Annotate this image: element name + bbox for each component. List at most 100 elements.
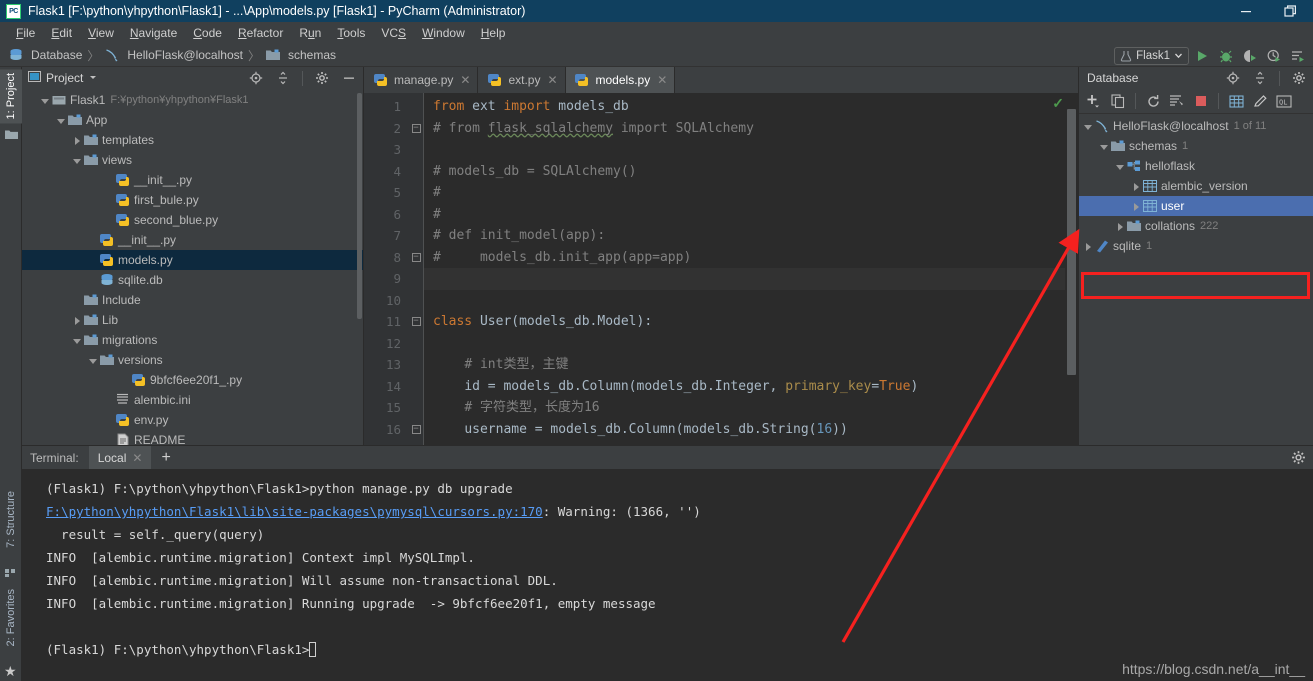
chevron-down-icon[interactable] [56,115,67,126]
code-text-area[interactable]: from ext import models_db # from flask_sq… [423,93,1078,445]
project-tree-row[interactable]: __init__.py [22,170,363,190]
editor-scrollbar-thumb[interactable] [1067,109,1076,375]
project-tree-row[interactable]: sqlite.db [22,270,363,290]
edit-icon[interactable] [1249,91,1271,111]
code-line[interactable]: # 字符类型，长度为16 [423,397,1078,419]
console-ql-icon[interactable]: QL [1273,91,1295,111]
database-tree-row[interactable]: helloflask [1079,156,1313,176]
table-editor-icon[interactable] [1225,91,1247,111]
code-line[interactable] [423,333,1078,355]
chevron-right-icon[interactable] [72,135,83,146]
code-folding-column[interactable]: − − − − [409,93,423,445]
code-line[interactable]: # from flask_sqlalchemy import SQLAlchem… [423,118,1078,140]
code-line[interactable] [423,139,1078,161]
collapse-all-icon[interactable] [1249,68,1271,88]
chevron-right-icon[interactable] [1131,201,1142,212]
menu-item-view[interactable]: View [80,24,122,42]
project-tree-row[interactable]: models.py [22,250,363,270]
breadcrumb-item-helloflask-localhost[interactable]: HelloFlask@localhost [104,48,243,62]
database-tree-row[interactable]: alembic_version [1079,176,1313,196]
code-line[interactable]: # models_db = SQLAlchemy() [423,161,1078,183]
project-tree-row[interactable]: __init__.py [22,230,363,250]
terminal-tab-local[interactable]: Local ✕ [88,446,152,469]
fold-toggle-icon[interactable]: − [409,419,423,441]
project-tree-row[interactable]: templates [22,130,363,150]
editor-scrollbar[interactable] [1065,93,1078,445]
stop-icon[interactable] [1190,91,1212,111]
project-tree-row[interactable]: migrations [22,330,363,350]
project-tree-row[interactable]: views [22,150,363,170]
chevron-down-icon[interactable] [72,155,83,166]
duplicate-icon[interactable] [1107,91,1129,111]
locate-icon[interactable] [1222,68,1244,88]
menu-item-run[interactable]: Run [291,24,329,42]
settings-gear-icon[interactable] [1288,68,1310,88]
debug-button[interactable] [1215,46,1237,66]
code-line[interactable]: # int类型，主键 [423,354,1078,376]
menu-item-window[interactable]: Window [414,24,473,42]
project-tree-row[interactable]: versions [22,350,363,370]
run-query-icon[interactable] [1166,91,1188,111]
code-line[interactable]: # models_db.init_app(app=app) [423,247,1078,269]
code-line[interactable]: # def init_model(app): [423,225,1078,247]
fold-toggle-icon[interactable]: − [409,247,423,269]
project-tree[interactable]: Flask1 F:¥python¥yhpython¥Flask1 App templa… [22,89,363,445]
menu-item-navigate[interactable]: Navigate [122,24,185,42]
project-tree-row[interactable]: alembic.ini [22,390,363,410]
database-tree-row[interactable]: user [1079,196,1313,216]
project-tree-row[interactable]: Lib [22,310,363,330]
sidebar-item-structure[interactable]: 7: Structure [0,487,22,552]
chevron-right-icon[interactable] [1131,181,1142,192]
close-icon[interactable]: ✕ [657,73,667,87]
chevron-down-icon[interactable] [40,95,51,106]
code-line[interactable]: username = models_db.Column(models_db.St… [423,419,1078,441]
project-tree-row[interactable]: first_bule.py [22,190,363,210]
editor-tab-ext-py[interactable]: ext.py ✕ [478,67,566,93]
code-line[interactable] [423,268,1078,290]
profile-button[interactable] [1263,46,1285,66]
project-tree-row[interactable]: App [22,110,363,130]
project-tree-row[interactable]: Include [22,290,363,310]
refresh-icon[interactable] [1142,91,1164,111]
chevron-right-icon[interactable] [1115,221,1126,232]
run-button[interactable] [1191,46,1213,66]
new-terminal-tab-button[interactable]: + [151,449,180,466]
menu-item-help[interactable]: Help [473,24,514,42]
project-scrollbar[interactable] [357,93,362,319]
breadcrumb-item-database[interactable]: Database [8,48,82,62]
database-tree-row[interactable]: schemas 1 [1079,136,1313,156]
breadcrumb-item-schemas[interactable]: schemas [265,48,336,62]
project-tree-row[interactable]: env.py [22,410,363,430]
menu-item-tools[interactable]: Tools [329,24,373,42]
coverage-button[interactable] [1239,46,1261,66]
project-tree-row[interactable]: second_blue.py [22,210,363,230]
menu-item-code[interactable]: Code [185,24,230,42]
terminal-output[interactable]: (Flask1) F:\python\yhpython\Flask1>pytho… [22,469,1313,681]
minimize-button[interactable] [1223,0,1268,22]
chevron-down-icon[interactable] [1115,161,1126,172]
menu-item-refactor[interactable]: Refactor [230,24,291,42]
code-line[interactable]: from ext import models_db [423,96,1078,118]
chevron-down-icon[interactable] [1083,121,1094,132]
inspection-ok-icon[interactable]: ✓ [1052,95,1064,112]
hide-panel-icon[interactable] [338,68,360,88]
collapse-all-icon[interactable] [272,68,294,88]
code-line[interactable]: # [423,204,1078,226]
editor-tab-manage-py[interactable]: manage.py ✕ [364,67,479,93]
code-line[interactable]: class User(models_db.Model): [423,311,1078,333]
menu-item-edit[interactable]: Edit [43,24,80,42]
chevron-down-icon[interactable] [72,335,83,346]
locate-icon[interactable] [245,68,267,88]
chevron-down-icon[interactable] [88,71,98,85]
sidebar-item-favorites[interactable]: 2: Favorites [0,585,22,650]
close-icon[interactable]: ✕ [460,73,470,87]
editor-body[interactable]: 1234567891011121314151617 −−−− from ext … [364,93,1078,445]
chevron-right-icon[interactable] [72,315,83,326]
database-tree-row[interactable]: sqlite 1 [1079,236,1313,256]
code-line[interactable]: # [423,182,1078,204]
project-tree-row[interactable]: 9bfcf6ee20f1_.py [22,370,363,390]
add-data-source-icon[interactable] [1083,91,1105,111]
menu-item-file[interactable]: File [8,24,43,42]
fold-toggle-icon[interactable]: − [409,118,423,140]
terminal-settings-gear-icon[interactable] [1291,450,1306,468]
